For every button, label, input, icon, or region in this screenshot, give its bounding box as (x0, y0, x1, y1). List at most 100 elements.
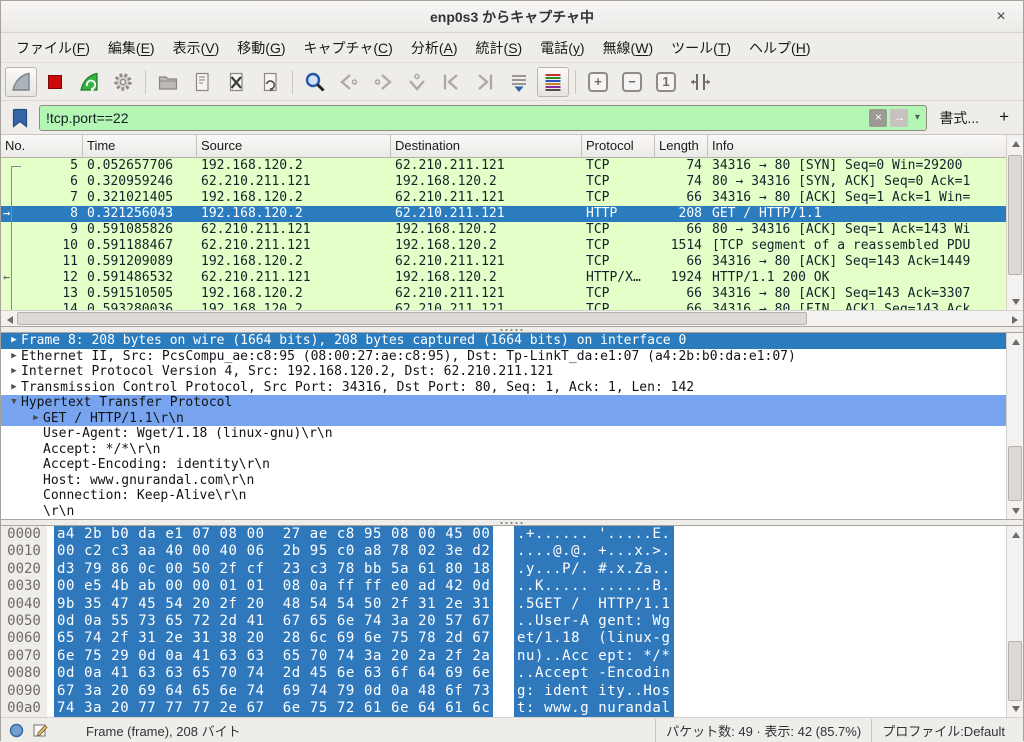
cell-time[interactable]: 0.591085826 (83, 222, 197, 238)
start-capture-button[interactable] (5, 67, 37, 97)
expander-icon[interactable] (29, 426, 43, 442)
cell-time[interactable]: 0.321021405 (83, 190, 197, 206)
cell-destination[interactable]: 62.210.211.121 (391, 206, 582, 222)
cell-protocol[interactable]: TCP (582, 158, 655, 174)
hex-bytes[interactable]: 0d 0a 55 73 65 72 2d 41 67 65 6e 74 3a 2… (54, 613, 493, 630)
cell-info[interactable]: 80 → 34316 [SYN, ACK] Seq=0 Ack=1 (708, 174, 1006, 190)
open-file-button[interactable] (152, 67, 184, 97)
stop-capture-button[interactable] (39, 67, 71, 97)
cell-length[interactable]: 74 (655, 174, 708, 190)
add-filter-button[interactable]: + (991, 107, 1017, 129)
menu-item[interactable]: ファイル(F) (7, 34, 99, 62)
hex-ascii[interactable]: ..User-A gent: Wg (514, 613, 674, 630)
first-packet-button[interactable] (435, 67, 467, 97)
hex-bytes[interactable]: 00 c2 c3 aa 40 00 40 06 2b 95 c0 a8 78 0… (54, 543, 493, 560)
cell-source[interactable]: 62.210.211.121 (197, 270, 391, 286)
hex-bytes[interactable]: d3 79 86 0c 00 50 2f cf 23 c3 78 bb 5a 6… (54, 561, 493, 578)
menu-item[interactable]: 編集(E) (99, 34, 164, 62)
hex-ascii[interactable]: et/1.18 (linux-g (514, 630, 674, 647)
restart-capture-button[interactable] (73, 67, 105, 97)
detail-row[interactable]: ▶Transmission Control Protocol, Src Port… (1, 380, 1006, 396)
menu-item[interactable]: 無線(W) (594, 34, 663, 62)
hex-bytes[interactable]: a4 2b b0 da e1 07 08 00 27 ae c8 95 08 0… (54, 526, 493, 543)
scrollbar-thumb[interactable] (1008, 155, 1022, 275)
hex-vscrollbar[interactable] (1006, 526, 1023, 717)
menu-item[interactable]: ヘルプ(H) (740, 34, 819, 62)
cell-protocol[interactable]: HTTP (582, 206, 655, 222)
cell-no[interactable]: 9 (1, 222, 83, 238)
cell-info[interactable]: 34316 → 80 [ACK] Seq=1 Ack=1 Win= (708, 190, 1006, 206)
menu-item[interactable]: 電話(y) (531, 34, 593, 62)
detail-row[interactable]: \r\n (1, 504, 1006, 520)
column-header[interactable]: Length (655, 135, 708, 157)
hex-bytes[interactable]: 0d 0a 41 63 63 65 70 74 2d 45 6e 63 6f 6… (54, 665, 493, 682)
expander-icon[interactable]: ▶ (7, 380, 21, 396)
cell-length[interactable]: 66 (655, 254, 708, 270)
cell-length[interactable]: 66 (655, 190, 708, 206)
scrollbar-thumb[interactable] (17, 312, 807, 325)
packet-row[interactable]: 13 0.591510505 192.168.120.2 62.210.211.… (1, 286, 1006, 302)
cell-time[interactable]: 0.321256043 (83, 206, 197, 222)
expander-icon[interactable] (29, 488, 43, 504)
last-packet-button[interactable] (469, 67, 501, 97)
go-to-packet-button[interactable] (401, 67, 433, 97)
cell-destination[interactable]: 62.210.211.121 (391, 254, 582, 270)
column-header[interactable]: Protocol (582, 135, 655, 157)
packet-row[interactable]: ←12 0.591486532 62.210.211.121 192.168.1… (1, 270, 1006, 286)
cell-time[interactable]: 0.320959246 (83, 174, 197, 190)
reload-file-button[interactable] (254, 67, 286, 97)
column-header[interactable]: No. (1, 135, 83, 157)
hex-bytes[interactable]: 67 3a 20 69 64 65 6e 74 69 74 79 0d 0a 4… (54, 683, 493, 700)
detail-row[interactable]: Connection: Keep-Alive\r\n (1, 488, 1006, 504)
cell-destination[interactable]: 192.168.120.2 (391, 270, 582, 286)
cell-protocol[interactable]: TCP (582, 190, 655, 206)
scrollbar-thumb[interactable] (1008, 641, 1022, 701)
cell-length[interactable]: 74 (655, 158, 708, 174)
capture-comment-icon[interactable] (32, 722, 48, 738)
packet-row[interactable]: 7 0.321021405 192.168.120.2 62.210.211.1… (1, 190, 1006, 206)
cell-destination[interactable]: 62.210.211.121 (391, 286, 582, 302)
zoom-in-button[interactable]: + (582, 67, 614, 97)
expander-icon[interactable]: ▶ (29, 411, 43, 427)
column-header[interactable]: Destination (391, 135, 582, 157)
scroll-down-button[interactable] (1008, 701, 1023, 716)
cell-length[interactable]: 1514 (655, 238, 708, 254)
cell-info[interactable]: 80 → 34316 [ACK] Seq=1 Ack=143 Wi (708, 222, 1006, 238)
filter-bookmark-button[interactable] (7, 105, 33, 131)
expert-info-icon[interactable] (9, 723, 24, 738)
cell-destination[interactable]: 192.168.120.2 (391, 222, 582, 238)
menu-item[interactable]: キャプチャ(C) (295, 34, 402, 62)
cell-destination[interactable]: 192.168.120.2 (391, 174, 582, 190)
hex-bytes[interactable]: 9b 35 47 45 54 20 2f 20 48 54 54 50 2f 3… (54, 596, 493, 613)
cell-source[interactable]: 192.168.120.2 (197, 190, 391, 206)
cell-protocol[interactable]: TCP (582, 222, 655, 238)
cell-protocol[interactable]: TCP (582, 238, 655, 254)
column-header[interactable]: Info (708, 135, 1006, 157)
cell-protocol[interactable]: TCP (582, 254, 655, 270)
cell-time[interactable]: 0.591486532 (83, 270, 197, 286)
cell-no[interactable]: 5 (1, 158, 83, 174)
expander-icon[interactable] (29, 473, 43, 489)
hex-ascii[interactable]: nu)..Acc ept: */* (514, 648, 674, 665)
cell-protocol[interactable]: TCP (582, 174, 655, 190)
cell-info[interactable]: GET / HTTP/1.1 (708, 206, 1006, 222)
packet-row[interactable]: 9 0.591085826 62.210.211.121 192.168.120… (1, 222, 1006, 238)
filter-apply-icon[interactable]: → (890, 109, 908, 127)
cell-time[interactable]: 0.591188467 (83, 238, 197, 254)
scroll-left-button[interactable] (2, 312, 17, 327)
save-file-button[interactable] (186, 67, 218, 97)
cell-info[interactable]: 34316 → 80 [ACK] Seq=143 Ack=3307 (708, 286, 1006, 302)
cell-time[interactable]: 0.052657706 (83, 158, 197, 174)
detail-row[interactable]: ▼Hypertext Transfer Protocol (1, 395, 1006, 411)
expander-icon[interactable] (29, 457, 43, 473)
detail-row[interactable]: ▶Internet Protocol Version 4, Src: 192.1… (1, 364, 1006, 380)
scroll-up-button[interactable] (1008, 527, 1023, 542)
hex-bytes[interactable]: 65 74 2f 31 2e 31 38 20 28 6c 69 6e 75 7… (54, 630, 493, 647)
expander-icon[interactable]: ▼ (7, 395, 21, 411)
packet-list-hscrollbar[interactable] (1, 310, 1023, 326)
cell-source[interactable]: 192.168.120.2 (197, 254, 391, 270)
hex-ascii[interactable]: ....@.@. +...x.>. (514, 543, 674, 560)
expander-icon[interactable]: ▶ (7, 349, 21, 365)
packet-row[interactable]: 10 0.591188467 62.210.211.121 192.168.12… (1, 238, 1006, 254)
resize-columns-button[interactable] (684, 67, 716, 97)
